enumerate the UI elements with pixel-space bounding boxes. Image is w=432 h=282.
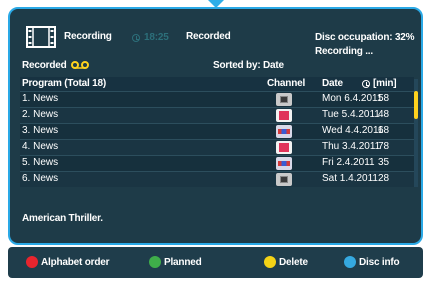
alphabet-order-button[interactable]: Alphabet order	[41, 257, 110, 268]
program-duration: 35	[378, 157, 390, 168]
table-row[interactable]: 2. News Tue 5.4.2011 48	[20, 107, 414, 123]
sort-label: Sorted by: Date	[213, 60, 284, 71]
red-key-icon	[26, 256, 38, 268]
disc-occupation: Disc occupation: 32%	[315, 32, 415, 43]
table-row[interactable]: 4. News Thu 3.4.2011 78	[20, 139, 414, 155]
program-title: 3. News	[22, 125, 59, 136]
duration-clock-icon	[362, 80, 370, 88]
program-description: American Thriller.	[22, 213, 103, 224]
recordings-panel: Recording 18:25 Recorded Disc occupation…	[8, 7, 423, 245]
program-title: 5. News	[22, 157, 59, 168]
col-duration[interactable]: [min]	[373, 78, 397, 89]
table-row[interactable]: 5. News Fri 2.4.2011 35	[20, 155, 414, 171]
recording-icon	[71, 61, 89, 69]
program-date: Thu 3.4.2011	[322, 141, 381, 152]
table-row[interactable]: 3. News Wed 4.4.2011 68	[20, 123, 414, 139]
program-title: 2. News	[22, 109, 59, 120]
red-channel-icon	[276, 109, 292, 122]
program-duration: 48	[378, 109, 390, 120]
col-program[interactable]: Program (Total 18)	[22, 78, 106, 89]
scrollbar-thumb[interactable]	[414, 91, 418, 119]
table-row[interactable]: 1. News Mon 6.4.2011 58	[20, 91, 414, 107]
delete-button[interactable]: Delete	[279, 257, 308, 268]
col-date[interactable]: Date	[322, 78, 343, 89]
red-channel-icon	[276, 141, 292, 154]
program-title: 4. News	[22, 141, 59, 152]
recorded-heading: Recorded	[186, 31, 231, 42]
green-key-icon	[149, 256, 161, 268]
blue-channel-icon	[276, 125, 292, 138]
program-duration: 78	[378, 141, 390, 152]
gray-channel-icon	[276, 173, 292, 186]
filter-label: Recorded	[22, 60, 67, 71]
program-title: 1. News	[22, 93, 59, 104]
table-header: Program (Total 18) Channel Date [min]	[20, 77, 414, 91]
film-icon	[26, 26, 56, 48]
recordings-table: Program (Total 18) Channel Date [min] 1.…	[20, 77, 414, 187]
program-duration: 58	[378, 93, 390, 104]
recording-status: Recording ...	[315, 46, 373, 57]
blue-channel-icon	[276, 157, 292, 170]
col-channel[interactable]: Channel	[267, 78, 305, 89]
color-key-bar: Alphabet order Planned Delete Disc info	[8, 247, 423, 278]
gray-channel-icon	[276, 93, 292, 106]
blue-key-icon	[344, 256, 356, 268]
scrollbar[interactable]	[414, 79, 418, 187]
program-date: Fri 2.4.2011	[322, 157, 375, 168]
disc-info-button[interactable]: Disc info	[359, 257, 400, 268]
table-row[interactable]: 6. News Sat 1.4.2011 28	[20, 171, 414, 187]
clock-time: 18:25	[144, 32, 169, 43]
program-date: Tue 5.4.2011	[322, 109, 380, 120]
program-date: Sat 1.4.2011	[322, 173, 378, 184]
program-title: 6. News	[22, 173, 59, 184]
program-date: Wed 4.4.2011	[322, 125, 384, 136]
planned-button[interactable]: Planned	[164, 257, 202, 268]
table-body: 1. News Mon 6.4.2011 58 2. News Tue 5.4.…	[20, 91, 414, 187]
program-duration: 28	[378, 173, 390, 184]
yellow-key-icon	[264, 256, 276, 268]
program-date: Mon 6.4.2011	[322, 93, 383, 104]
program-duration: 68	[378, 125, 390, 136]
mode-title: Recording	[64, 31, 112, 42]
clock-icon	[132, 34, 140, 42]
